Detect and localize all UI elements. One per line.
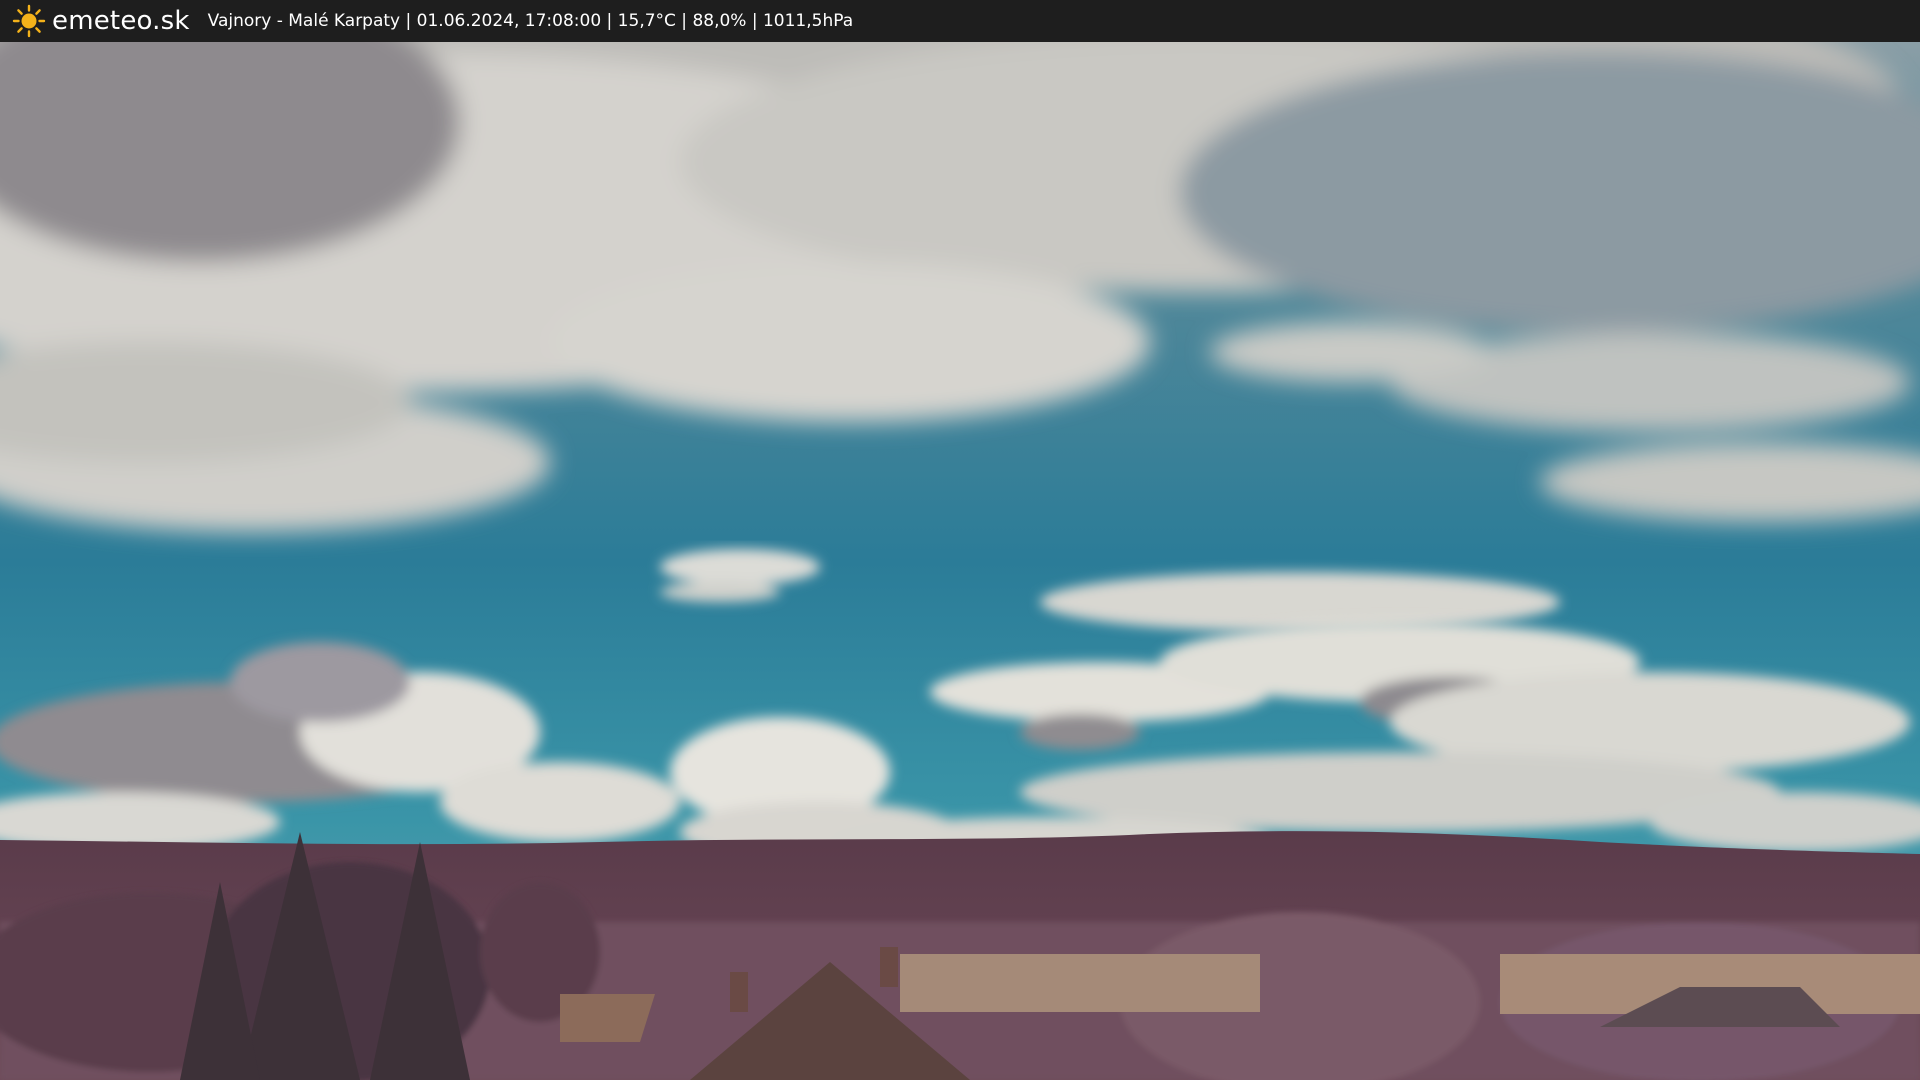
sun-icon bbox=[12, 4, 46, 38]
chimney bbox=[880, 947, 898, 987]
field bbox=[900, 954, 1260, 1012]
house-roof bbox=[560, 994, 655, 1042]
chimney bbox=[730, 972, 748, 1012]
caption-bar: emeteo.sk Vajnory - Malé Karpaty | 01.06… bbox=[0, 0, 1920, 42]
brand-name: emeteo.sk bbox=[52, 6, 190, 36]
webcam-image bbox=[0, 42, 1920, 1080]
station-caption: Vajnory - Malé Karpaty | 01.06.2024, 17:… bbox=[207, 11, 854, 31]
webcam-frame: emeteo.sk Vajnory - Malé Karpaty | 01.06… bbox=[0, 0, 1920, 1080]
brand-logo[interactable]: emeteo.sk bbox=[12, 4, 190, 38]
